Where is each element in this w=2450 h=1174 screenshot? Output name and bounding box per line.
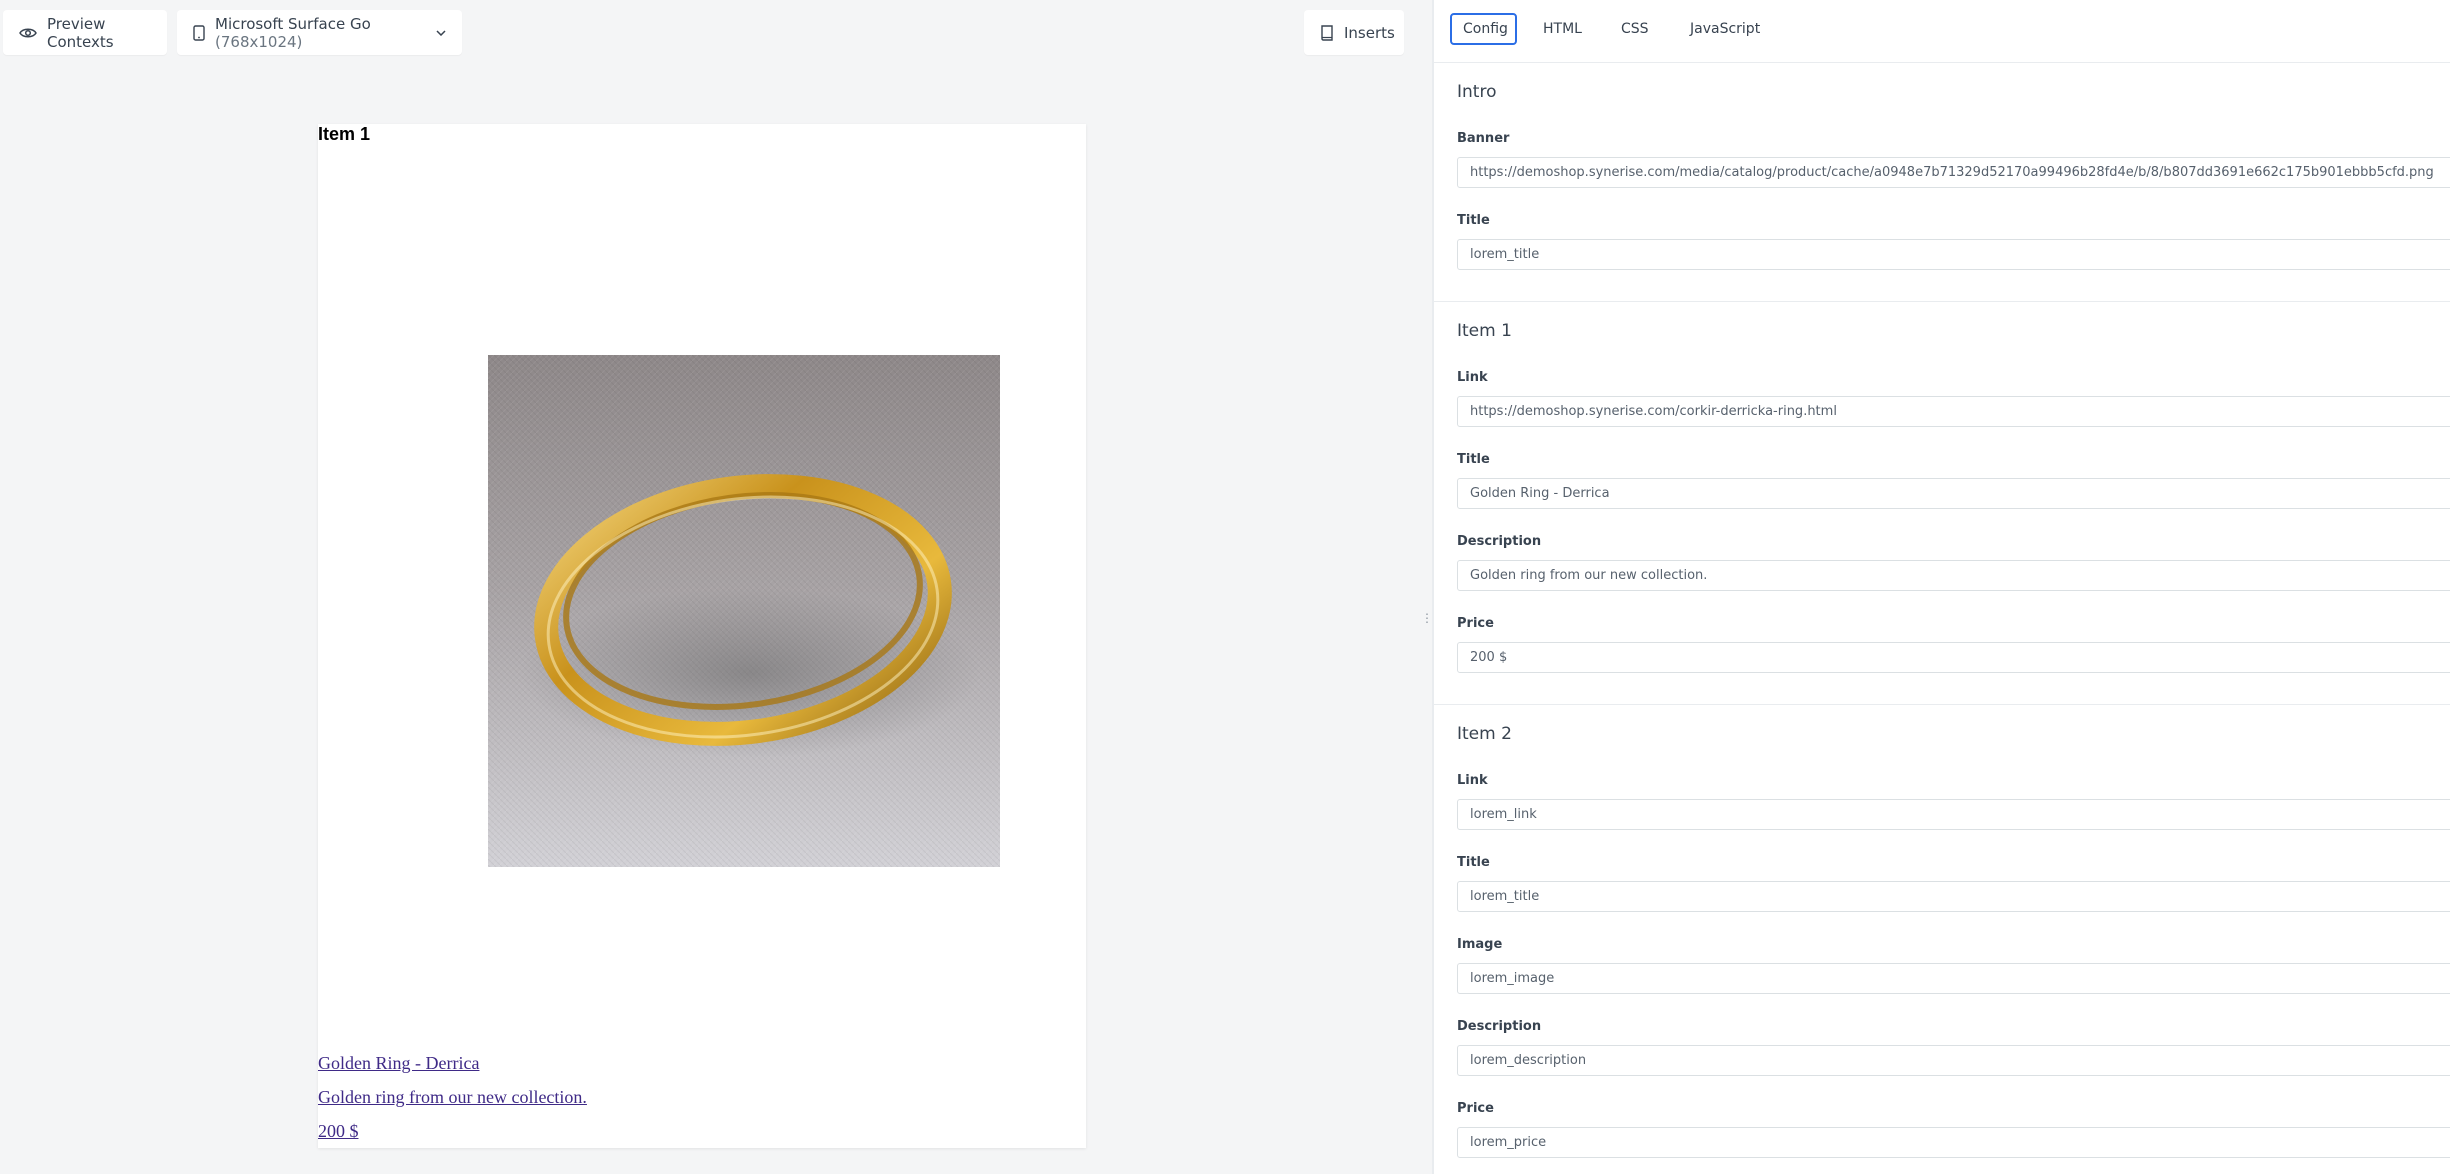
- field-label-item2-description: Description: [1457, 1019, 1542, 1034]
- field-label-intro-title: Title: [1457, 213, 1490, 228]
- preview-contexts-label: Preview Contexts: [47, 14, 114, 51]
- field-label-item1-link: Link: [1457, 370, 1488, 385]
- item2-link-input[interactable]: [1457, 799, 2450, 830]
- field-label-item1-description: Description: [1457, 534, 1542, 549]
- tab-html[interactable]: HTML: [1532, 13, 1593, 45]
- section-title-item1: Item 1: [1457, 321, 1512, 341]
- item2-description-input[interactable]: [1457, 1045, 2450, 1076]
- device-resolution: (768x1024): [215, 32, 303, 51]
- item1-title-input[interactable]: [1457, 478, 2450, 509]
- tab-css[interactable]: CSS: [1610, 13, 1660, 45]
- item-heading: Item 1: [318, 124, 371, 144]
- editor-tabs: Config HTML CSS JavaScript: [1434, 0, 2450, 63]
- item2-price-input[interactable]: [1457, 1127, 2450, 1158]
- tablet-icon: [193, 24, 205, 41]
- device-select[interactable]: Microsoft Surface Go (768x1024): [177, 10, 462, 55]
- section-title-item2: Item 2: [1457, 724, 1512, 744]
- book-icon: [1321, 24, 1333, 41]
- chevron-down-icon: [436, 29, 446, 36]
- ring-photo: [488, 355, 1000, 867]
- preview-canvas: Item 1 Golden Ring - Derrica Golden ring…: [318, 124, 1086, 1148]
- device-name-text: Microsoft Surface Go: [215, 14, 371, 33]
- eye-icon: [19, 28, 37, 37]
- preview-contexts-button[interactable]: Preview Contexts: [3, 10, 167, 55]
- field-label-item2-price: Price: [1457, 1101, 1494, 1116]
- product-image: [488, 355, 1000, 867]
- item1-price-input[interactable]: [1457, 642, 2450, 673]
- field-label-item2-title: Title: [1457, 855, 1490, 870]
- item2-image-input[interactable]: [1457, 963, 2450, 994]
- tab-javascript[interactable]: JavaScript: [1679, 13, 1771, 45]
- intro-title-input[interactable]: [1457, 239, 2450, 270]
- inserts-label: Inserts: [1344, 23, 1395, 42]
- field-label-banner: Banner: [1457, 131, 1510, 146]
- preview-pane: Preview Contexts Microsoft Surface Go (7…: [0, 0, 1432, 1174]
- product-price-link[interactable]: 200 $: [318, 1121, 359, 1142]
- item1-link-input[interactable]: [1457, 396, 2450, 427]
- banner-input[interactable]: [1457, 157, 2450, 188]
- field-label-item1-price: Price: [1457, 616, 1494, 631]
- field-label-item1-title: Title: [1457, 452, 1490, 467]
- product-description-link[interactable]: Golden ring from our new collection.: [318, 1087, 587, 1108]
- field-label-item2-link: Link: [1457, 773, 1488, 788]
- config-pane: Config HTML CSS JavaScript Intro Banner …: [1434, 0, 2450, 1174]
- tab-config[interactable]: Config: [1450, 13, 1517, 45]
- device-name: Microsoft Surface Go (768x1024): [215, 15, 426, 51]
- section-divider: [1434, 704, 2450, 705]
- product-title-link[interactable]: Golden Ring - Derrica: [318, 1053, 479, 1074]
- item1-description-input[interactable]: [1457, 560, 2450, 591]
- field-label-item2-image: Image: [1457, 937, 1503, 952]
- section-divider: [1434, 301, 2450, 302]
- item2-title-input[interactable]: [1457, 881, 2450, 912]
- section-title-intro: Intro: [1457, 82, 1497, 102]
- inserts-button[interactable]: Inserts: [1304, 10, 1404, 55]
